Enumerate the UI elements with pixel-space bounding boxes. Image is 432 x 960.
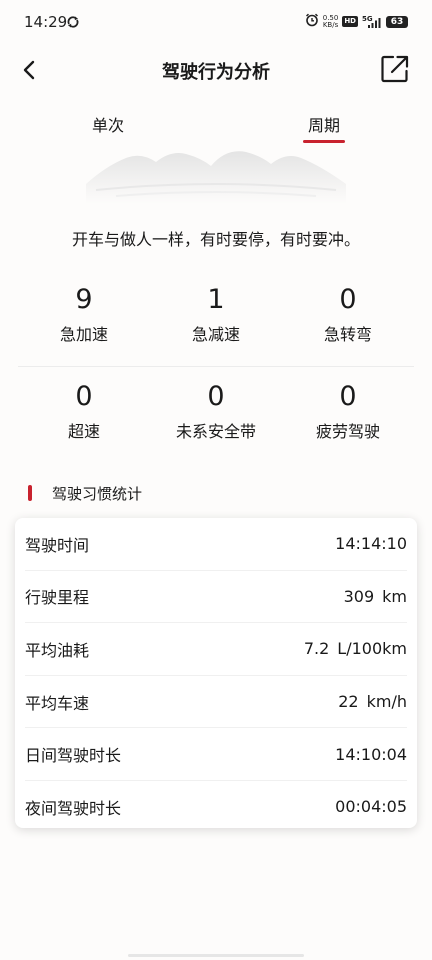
stat-value: 0	[339, 381, 357, 412]
value-text: 309	[343, 586, 375, 606]
value-text: 7.2	[303, 639, 330, 659]
value-unit: km/h	[366, 692, 407, 712]
row-label: 日间驾驶时长	[25, 746, 122, 766]
stat-value: 1	[207, 284, 225, 315]
habits-card: 驾驶时间 14:14:10 行驶里程 309 km 平均油耗 7.2 L/100km…	[15, 518, 417, 828]
value-text: 14:14:10	[335, 534, 407, 554]
status-time: 14:29	[24, 13, 68, 31]
section-marker	[28, 485, 32, 501]
habit-row-night-duration: 夜间驾驶时长 00:04:05	[25, 781, 407, 833]
tab-single[interactable]: 单次	[68, 112, 148, 136]
net-speed: 0.50 KB/s	[322, 14, 339, 29]
section-header: 驾驶习惯统计	[28, 482, 142, 504]
stat-value: 0	[339, 284, 357, 315]
row-label: 行驶里程	[25, 588, 90, 608]
habit-row-driving-time: 驾驶时间 14:14:10	[25, 518, 407, 571]
row-label: 夜间驾驶时长	[25, 798, 122, 818]
stat-fatigue-driving: 0 疲劳驾驶	[282, 377, 414, 463]
stats-row: 0 超速 0 未系安全带 0 疲劳驾驶	[18, 377, 414, 463]
period-tabs: 单次 周期	[0, 108, 432, 148]
value-text: 00:04:05	[335, 797, 407, 817]
stat-label: 疲劳驾驶	[315, 422, 380, 441]
stat-no-seatbelt: 0 未系安全带	[150, 377, 282, 463]
stat-label: 急加速	[59, 325, 108, 344]
habit-row-fuel-consumption: 平均油耗 7.2 L/100km	[25, 623, 407, 676]
mountain-illustration	[86, 151, 346, 204]
habit-row-daytime-duration: 日间驾驶时长 14:10:04	[25, 728, 407, 781]
home-indicator[interactable]	[128, 954, 304, 957]
sync-icon	[66, 14, 80, 33]
stat-rapid-acceleration: 9 急加速	[18, 280, 150, 366]
tab-period[interactable]: 周期	[284, 112, 364, 136]
alarm-icon	[305, 12, 319, 31]
stat-rapid-deceleration: 1 急减速	[150, 280, 282, 366]
stat-label: 超速	[67, 422, 100, 441]
row-value: 00:04:05	[335, 797, 407, 816]
value-unit: L/100km	[337, 639, 407, 659]
row-value: 22 km/h	[338, 692, 407, 711]
value-text: 22	[338, 692, 359, 712]
export-icon	[381, 55, 409, 83]
app-header: 驾驶行为分析	[0, 44, 432, 96]
share-button[interactable]	[380, 54, 410, 84]
stat-label: 急减速	[191, 325, 240, 344]
value-unit: km	[382, 586, 407, 606]
habit-row-mileage: 行驶里程 309 km	[25, 571, 407, 624]
stat-value: 0	[75, 381, 93, 412]
row-label: 平均车速	[25, 693, 90, 713]
habit-row-average-speed: 平均车速 22 km/h	[25, 676, 407, 729]
row-value: 309 km	[344, 587, 407, 606]
row-value: 14:14:10	[335, 534, 407, 553]
section-title: 驾驶习惯统计	[52, 484, 143, 503]
value-text: 14:10:04	[335, 744, 407, 764]
slogan: 开车与做人一样，有时要停，有时要冲。	[71, 230, 360, 249]
stat-sharp-turn: 0 急转弯	[282, 280, 414, 366]
hd-badge: HD	[342, 16, 358, 27]
stats-divider	[18, 366, 414, 367]
stat-value: 9	[75, 284, 93, 315]
behavior-stats: 9 急加速 1 急减速 0 急转弯 0 超速 0 未系安全带 0 疲劳驾驶	[18, 280, 414, 463]
signal-icon: 5G	[362, 15, 382, 29]
stat-value: 0	[207, 381, 225, 412]
status-icons: 0.50 KB/s HD 5G 63	[305, 12, 408, 31]
stats-row: 9 急加速 1 急减速 0 急转弯	[18, 280, 414, 366]
page-title: 驾驶行为分析	[162, 62, 270, 83]
status-bar: 14:29 0.50 KB/s HD 5G 63	[0, 0, 432, 44]
row-label: 驾驶时间	[25, 535, 90, 555]
stat-label: 未系安全带	[175, 422, 256, 441]
stat-label: 急转弯	[323, 325, 372, 344]
row-label: 平均油耗	[25, 640, 90, 660]
row-value: 14:10:04	[335, 745, 407, 764]
net-speed-unit: KB/s	[322, 20, 339, 29]
battery-icon: 63	[386, 15, 408, 28]
stat-speeding: 0 超速	[18, 377, 150, 463]
row-value: 7.2 L/100km	[304, 639, 407, 658]
tab-indicator	[303, 140, 345, 143]
